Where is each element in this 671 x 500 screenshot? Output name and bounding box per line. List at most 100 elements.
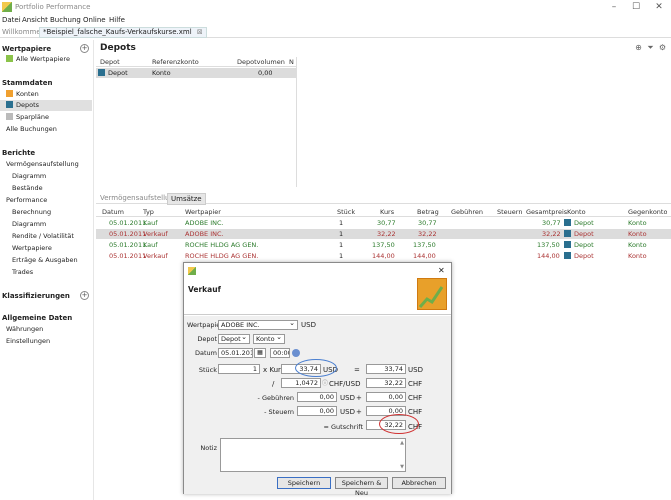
- maximize-icon[interactable]: ☐: [630, 2, 642, 13]
- list-icon: [6, 55, 13, 62]
- zeit-field[interactable]: 00:00: [270, 348, 290, 358]
- minimize-icon[interactable]: –: [608, 2, 620, 13]
- gebuehren-chf-field[interactable]: 0,00: [366, 392, 406, 402]
- calendar-icon[interactable]: ▦: [254, 348, 266, 358]
- col-datum[interactable]: Datum: [102, 207, 124, 217]
- betrag-usd-field[interactable]: 33,74: [366, 364, 406, 374]
- sidebar-item-berechnung[interactable]: Berechnung: [12, 207, 51, 218]
- col-steuern[interactable]: Steuern: [497, 207, 522, 217]
- sidebar-item-einstellungen[interactable]: Einstellungen: [6, 336, 50, 347]
- depot-icon: [564, 241, 571, 248]
- sidebar-item-vermoegensaufstellung[interactable]: Vermögensaufstellung: [6, 159, 79, 170]
- sidebar-item-diagramm-performance[interactable]: Diagramm: [12, 219, 46, 230]
- filter-icon[interactable]: ⏷: [646, 43, 655, 52]
- konto-select[interactable]: Konto: [253, 333, 285, 344]
- cell-konto-label: Depot: [574, 219, 594, 227]
- rate-info-icon[interactable]: ⓘ: [322, 378, 328, 387]
- cell-konto: Depot: [564, 251, 594, 261]
- cell-typ: Kauf: [143, 241, 158, 249]
- sidebar-item-wertpapiere[interactable]: Wertpapiere: [12, 243, 52, 254]
- col-stueck[interactable]: Stück: [337, 207, 355, 217]
- cell-konto: Depot: [564, 218, 594, 228]
- col-depotvolumen[interactable]: Depotvolumen: [237, 57, 285, 67]
- sidebar-item-alle-buchungen[interactable]: Alle Buchungen: [6, 124, 57, 135]
- table-row[interactable]: 05.01.2011 Kauf ADOBE INC. 1 30,77 30,77…: [96, 218, 671, 228]
- add-wertpapier-icon[interactable]: +: [80, 44, 89, 53]
- sidebar-item-rendite[interactable]: Rendite / Volatilität: [12, 231, 74, 242]
- cell-konto-label: Depot: [574, 252, 594, 260]
- sidebar-item-ertraege[interactable]: Erträge & Ausgaben: [12, 255, 78, 266]
- scroll-up-icon[interactable]: ▲: [400, 440, 404, 446]
- sidebar-item-waehrungen[interactable]: Währungen: [6, 324, 43, 335]
- sidebar-item-bestaende[interactable]: Bestände: [12, 183, 43, 194]
- sidebar-item-sparplaene[interactable]: Sparpläne: [6, 112, 49, 123]
- close-icon[interactable]: ✕: [653, 2, 665, 13]
- col-betrag[interactable]: Betrag: [417, 207, 439, 217]
- stueck-field[interactable]: 1: [218, 364, 260, 374]
- col-wertpapier[interactable]: Wertpapier: [185, 207, 221, 217]
- cancel-button[interactable]: Abbrechen: [392, 477, 446, 489]
- col-kurs[interactable]: Kurs: [380, 207, 394, 217]
- sidebar-item-label: Depots: [16, 101, 40, 109]
- steuern-field[interactable]: 0,00: [297, 406, 337, 416]
- sidebar-header-berichte: Berichte: [2, 149, 36, 157]
- cell-datum: 05.01.2011: [109, 252, 147, 260]
- add-klassifizierung-icon[interactable]: +: [80, 291, 89, 300]
- col-typ[interactable]: Typ: [143, 207, 154, 217]
- col-gesamtpreis[interactable]: Gesamtpreis: [526, 207, 567, 217]
- datum-field[interactable]: 05.01.2011: [218, 348, 253, 358]
- cell-typ: Verkauf: [143, 252, 168, 260]
- notiz-label: Notiz: [200, 444, 217, 452]
- sidebar-item-performance[interactable]: Performance: [6, 195, 47, 206]
- gear-icon[interactable]: ⚙: [658, 43, 667, 52]
- save-button[interactable]: Speichern: [277, 477, 331, 489]
- tab-umsaetze[interactable]: Umsätze: [167, 193, 206, 205]
- clock-icon[interactable]: [292, 349, 300, 357]
- menu-ansicht[interactable]: Ansicht: [22, 16, 48, 24]
- wertpapier-select[interactable]: ADOBE INC.: [218, 319, 298, 330]
- cell-gegenkonto: Konto: [628, 219, 647, 227]
- verkauf-dialog: ✕ Verkauf Wertpapier ADOBE INC. USD Depo…: [183, 262, 452, 497]
- notiz-textarea[interactable]: ▲ ▼: [220, 438, 406, 472]
- col-konto[interactable]: Konto: [567, 207, 586, 217]
- col-depot[interactable]: Depot: [100, 57, 120, 67]
- tab-close-icon[interactable]: ⊠: [197, 28, 203, 36]
- col-n[interactable]: N: [289, 57, 294, 67]
- save-new-button[interactable]: Speichern & Neu: [335, 477, 388, 497]
- sidebar-item-trades[interactable]: Trades: [12, 267, 33, 278]
- cell-betrag: 144,00: [413, 252, 436, 260]
- gebuehren-field[interactable]: 0,00: [297, 392, 337, 402]
- menu-datei[interactable]: Datei: [2, 16, 21, 24]
- col-gebuehren[interactable]: Gebühren: [451, 207, 483, 217]
- table-row[interactable]: 05.01.2011 Verkauf ROCHE HLDG AG GEN. 1 …: [96, 251, 671, 261]
- col-referenzkonto[interactable]: Referenzkonto: [152, 57, 199, 67]
- sidebar-item-label: Sparpläne: [16, 113, 49, 121]
- cell-typ: Kauf: [143, 219, 158, 227]
- tab-file[interactable]: *Beispiel_falsche_Kaufs-Verkaufskurse.xm…: [39, 27, 207, 38]
- depot-select[interactable]: Depot: [218, 333, 250, 344]
- menu-buchung[interactable]: Buchung: [50, 16, 81, 24]
- depot-icon: [564, 219, 571, 226]
- sidebar-item-diagramm[interactable]: Diagramm: [12, 171, 46, 182]
- table-row[interactable]: Depot Konto 0,00: [96, 68, 296, 78]
- tab-file-label: *Beispiel_falsche_Kaufs-Verkaufskurse.xm…: [43, 28, 192, 36]
- dialog-close-icon[interactable]: ✕: [438, 266, 445, 275]
- add-icon[interactable]: ⊕: [634, 43, 643, 52]
- account-icon: [6, 90, 13, 97]
- col-gegenkonto[interactable]: Gegenkonto: [628, 207, 667, 217]
- cell-wertpapier: ADOBE INC.: [185, 219, 224, 227]
- wertpapier-currency: USD: [301, 321, 316, 329]
- sidebar-item-depots[interactable]: Depots: [0, 100, 92, 111]
- rate-field[interactable]: 1,0472: [281, 378, 321, 388]
- table-row[interactable]: 05.01.2011 Verkauf ADOBE INC. 1 32,22 32…: [96, 229, 671, 239]
- menu-online[interactable]: Online: [83, 16, 106, 24]
- betrag-chf-field[interactable]: 32,22: [366, 378, 406, 388]
- sidebar-item-konten[interactable]: Konten: [6, 89, 39, 100]
- sidebar-item-label: Alle Wertpapiere: [16, 55, 70, 63]
- sidebar-item-alle-wertpapiere[interactable]: Alle Wertpapiere: [6, 54, 70, 65]
- scroll-down-icon[interactable]: ▼: [400, 464, 404, 470]
- cell-wertpapier: ADOBE INC.: [185, 230, 224, 238]
- gebuehren-chf-currency: CHF: [408, 394, 423, 402]
- table-row[interactable]: 05.01.2011 Kauf ROCHE HLDG AG GEN. 1 137…: [96, 240, 671, 250]
- menu-hilfe[interactable]: Hilfe: [109, 16, 125, 24]
